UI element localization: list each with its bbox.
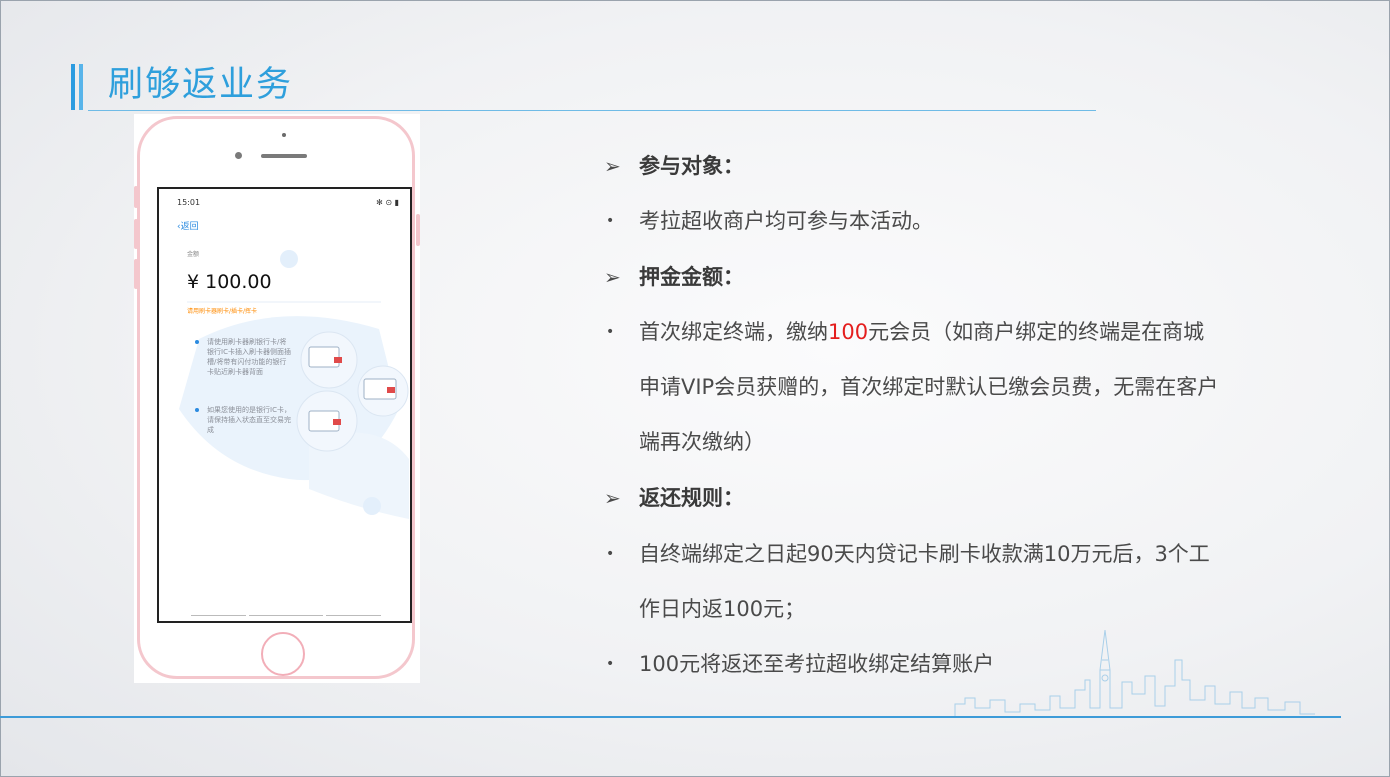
camera-dot [282, 133, 286, 137]
sensor-dot [235, 152, 242, 159]
footer-divider [326, 615, 381, 616]
back-button[interactable]: ‹返回 [177, 219, 199, 232]
bottom-divider [0, 716, 1341, 718]
item-text: 申请VIP会员获赠的，首次绑定时默认已缴会员费，无需在客户 [639, 375, 1219, 399]
back-label: 返回 [180, 222, 199, 232]
footer-divider [249, 615, 323, 616]
heading-text: 参与对象： [639, 154, 744, 178]
item-text: 考拉超收商户均可参与本活动。 [639, 209, 933, 233]
arrow-marker-icon: ➢ [604, 265, 621, 289]
item-text: 100元将返还至考拉超收绑定结算账户 [639, 652, 995, 676]
title-accent-bars [71, 64, 85, 110]
item-text: 端再次缴纳） [639, 430, 765, 454]
highlight-amount: 100 [828, 320, 869, 344]
arrow-marker-icon: ➢ [604, 486, 621, 510]
side-button [134, 219, 138, 249]
heading-text: 返还规则： [639, 486, 744, 510]
title-underline [88, 110, 1096, 111]
home-button[interactable] [261, 632, 305, 676]
status-time: 15:01 [177, 198, 201, 207]
swipe-hint: 请用刷卡器刷卡/插卡/挥卡 [187, 308, 258, 315]
bullet-icon: • [606, 546, 615, 562]
side-button [134, 259, 138, 289]
bullet-dot-icon [195, 340, 199, 344]
item-text: 作日内返100元； [639, 597, 806, 621]
instruction-text: 如果您使用的是银行IC卡，请保持插入状态直至交易完成 [207, 406, 291, 434]
footer-divider [191, 615, 246, 616]
side-button [134, 186, 138, 208]
side-button [416, 214, 420, 246]
instruction-2: 如果您使用的是银行IC卡，请保持插入状态直至交易完成 [195, 405, 293, 435]
city-skyline-decoration [954, 629, 1315, 716]
bullet-icon: • [606, 656, 615, 672]
phone-body: 15:01 ✻ ⊙ ▮ ‹返回 金额 ¥ 100.00 请用刷卡器刷卡/插卡/挥… [137, 116, 415, 679]
phone-mockup: 15:01 ✻ ⊙ ▮ ‹返回 金额 ¥ 100.00 请用刷卡器刷卡/插卡/挥… [134, 114, 420, 683]
instruction-1: 请使用刷卡器刷银行卡/将银行IC卡插入刷卡器侧面插槽/将带有闪付功能的银行卡贴近… [195, 337, 293, 377]
phone-screen: 15:01 ✻ ⊙ ▮ ‹返回 金额 ¥ 100.00 请用刷卡器刷卡/插卡/挥… [157, 187, 412, 623]
instruction-text: 请使用刷卡器刷银行卡/将银行IC卡插入刷卡器侧面插槽/将带有闪付功能的银行卡贴近… [207, 338, 291, 376]
item-text: 首次绑定终端，缴纳100元会员（如商户绑定的终端是在商城 [639, 320, 1205, 344]
bullet-dot-icon [195, 408, 199, 412]
page-title: 刷够返业务 [108, 65, 294, 105]
bullet-icon: • [606, 213, 615, 229]
status-bar: 15:01 ✻ ⊙ ▮ [177, 198, 399, 207]
arrow-marker-icon: ➢ [604, 154, 621, 178]
amount-value: ¥ 100.00 [187, 271, 272, 293]
bullet-icon: • [606, 324, 615, 340]
amount-label: 金额 [187, 251, 200, 258]
heading-text: 押金金额： [639, 265, 744, 289]
status-icons: ✻ ⊙ ▮ [376, 198, 399, 207]
item-text: 自终端绑定之日起90天内贷记卡刷卡收款满10万元后，3个工 [639, 542, 1210, 566]
speaker-grille [261, 154, 307, 158]
